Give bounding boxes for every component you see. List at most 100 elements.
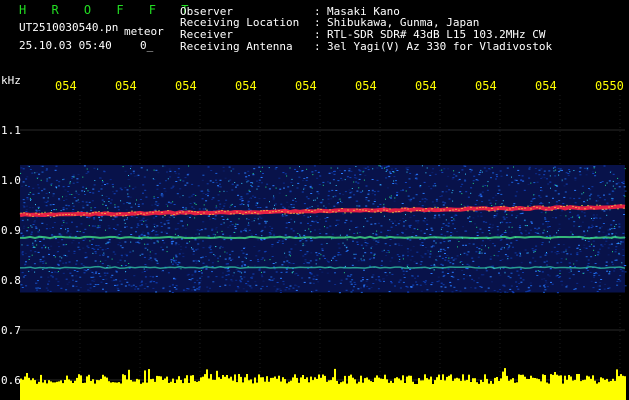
noise-speck	[102, 279, 105, 280]
noise-speck	[474, 223, 477, 225]
noise-speck	[453, 173, 456, 175]
noise-speck	[621, 241, 624, 243]
noise-speck	[585, 247, 588, 249]
noise-speck	[508, 245, 510, 247]
noise-speck	[599, 282, 602, 283]
noise-speck	[333, 173, 336, 175]
noise-speck	[578, 226, 580, 228]
noise-speck	[249, 260, 252, 261]
noise-speck	[377, 206, 379, 208]
noise-speck	[138, 235, 141, 237]
carrier-speck	[317, 208, 319, 210]
noise-speck	[139, 285, 142, 287]
noise-speck	[358, 169, 361, 171]
noise-speck	[133, 175, 136, 177]
noise-speck	[322, 181, 325, 183]
carrier-speck	[554, 206, 556, 208]
noise-speck	[485, 170, 488, 172]
noise-speck	[215, 205, 217, 207]
noise-speck	[480, 196, 483, 198]
noise-speck	[538, 174, 541, 176]
noise-speck	[62, 272, 65, 274]
noise-speck	[184, 235, 187, 237]
noise-speck	[289, 263, 292, 264]
noise-speck	[186, 242, 189, 244]
noise-level-bar	[340, 382, 342, 400]
noise-speck	[146, 169, 148, 171]
noise-speck	[75, 263, 78, 265]
noise-speck	[622, 182, 625, 184]
noise-speck	[355, 177, 358, 179]
noise-speck	[359, 191, 362, 193]
noise-speck	[215, 246, 217, 247]
noise-speck	[406, 169, 409, 171]
noise-speck	[470, 192, 472, 194]
noise-speck	[113, 228, 115, 229]
noise-speck	[396, 194, 399, 196]
noise-speck	[26, 165, 29, 167]
noise-speck	[475, 211, 478, 213]
noise-speck	[374, 198, 377, 200]
noise-speck	[595, 272, 598, 274]
noise-speck	[291, 207, 294, 208]
carrier-speck	[92, 212, 94, 214]
noise-speck	[424, 282, 427, 284]
noise-level-bar	[526, 378, 528, 400]
noise-speck	[376, 230, 378, 232]
noise-speck	[48, 253, 50, 255]
noise-speck	[566, 268, 569, 270]
noise-speck	[217, 260, 219, 262]
noise-speck	[556, 274, 559, 276]
carrier-speck	[620, 204, 622, 206]
noise-speck	[448, 189, 451, 191]
noise-speck	[317, 281, 320, 283]
noise-speck	[495, 200, 498, 201]
noise-speck	[553, 235, 556, 237]
noise-speck	[171, 263, 174, 265]
noise-speck	[342, 212, 345, 214]
noise-speck	[357, 288, 360, 290]
noise-level-bar	[190, 375, 192, 400]
noise-speck	[97, 264, 99, 266]
noise-speck	[554, 175, 557, 177]
noise-speck	[186, 215, 189, 217]
noise-speck	[252, 195, 254, 197]
noise-level-bar	[596, 383, 598, 400]
noise-speck	[21, 287, 24, 288]
noise-speck	[106, 242, 109, 244]
noise-level-bar	[226, 375, 228, 400]
noise-speck	[447, 225, 450, 227]
noise-speck	[496, 291, 499, 293]
noise-speck	[256, 202, 259, 204]
noise-speck	[535, 270, 537, 272]
noise-speck	[478, 174, 481, 176]
noise-speck	[101, 181, 104, 183]
noise-speck	[36, 244, 38, 246]
noise-level-bar	[214, 379, 216, 400]
noise-speck	[292, 185, 294, 186]
noise-speck	[489, 202, 492, 204]
noise-speck	[560, 251, 563, 253]
noise-speck	[161, 239, 164, 241]
noise-level-bar	[218, 377, 220, 400]
noise-level-bar	[134, 381, 136, 400]
noise-speck	[546, 223, 549, 225]
noise-speck	[140, 281, 143, 283]
noise-speck	[130, 165, 133, 167]
noise-level-bar	[438, 374, 440, 400]
noise-speck	[362, 190, 364, 192]
noise-speck	[612, 220, 615, 222]
noise-speck	[494, 194, 497, 196]
noise-speck	[141, 280, 143, 282]
noise-speck	[443, 241, 446, 243]
noise-speck	[216, 231, 218, 233]
noise-speck	[391, 257, 394, 259]
time-tick-label: 054	[115, 79, 137, 93]
noise-speck	[442, 204, 445, 206]
noise-speck	[237, 270, 240, 272]
noise-speck	[312, 174, 314, 176]
noise-speck	[322, 199, 324, 201]
noise-speck	[268, 234, 271, 236]
noise-speck	[286, 260, 289, 262]
noise-speck	[433, 269, 435, 271]
